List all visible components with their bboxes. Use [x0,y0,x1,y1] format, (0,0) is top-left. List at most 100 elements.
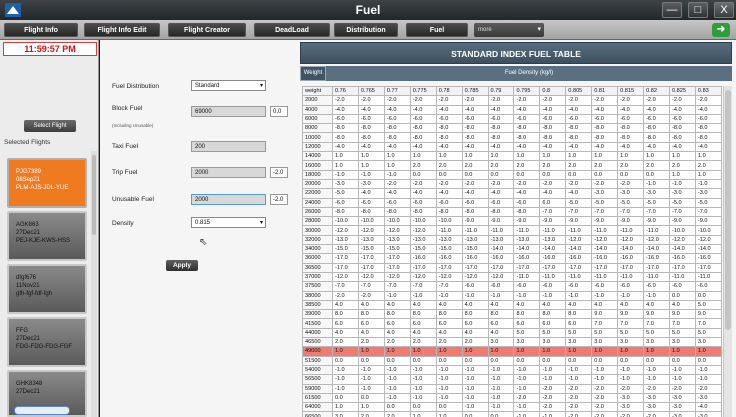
table-row[interactable]: 4000 -4.0 -4.0 -4.0 -4.0 -4.0 -4.0 -4.0 -4.0 -4.0… [302,104,722,115]
index-cell: -1.0 [332,383,359,394]
table-row[interactable]: 39000 8.0 8.0 8.0 8.0 8.0 8.0 8.0 8.0 8.0 8.0 9.0 9.… [302,309,722,320]
block-fuel-index-input[interactable]: 0.0 [270,106,288,117]
density-select[interactable]: 0.815 ▾ [191,217,266,228]
table-row[interactable]: 37000 -12.0 -12.0 -12.0 -12.0 -12.0 -12.0 -12.0… [302,271,722,283]
flight-list-horizontal-scrollbar[interactable] [14,406,70,415]
table-row[interactable]: 44000 4.0 4.0 4.0 4.0 4.0 4.0 4.0 5.0 5.0 5.0 5.0 5.… [302,327,722,339]
index-cell: -9.0 [487,216,515,227]
index-cell: -1.0 [435,383,463,394]
table-row[interactable]: 34000 -15.0 -15.0 -15.0 -15.0 -15.0 -15.0 -14.0… [302,244,722,255]
flight-date: 27Dec21 [16,336,41,342]
trip-fuel-input[interactable]: 2000 [191,167,266,178]
table-row[interactable]: 36000 -17.0 -17.0 -17.0 -16.0 -16.0 -16.0 -16.0… [302,253,722,264]
table-row[interactable]: 54000 -1.0 -1.0 -1.0 -1.0 -1.0 -1.0 -1.0 -1.0 -1.… [302,364,722,376]
table-row[interactable]: 18000 -1.0 -1.0 -1.0 0.0 0.0 0.0 0.0 0.0 0.0 0.0 0.… [302,169,722,180]
index-cell: 4.0 [383,327,411,339]
index-cell: 1.0 [513,151,541,162]
index-cell: -8.0 [435,132,463,143]
table-row[interactable]: 38500 4.0 4.0 4.0 4.0 4.0 4.0 4.0 4.0 4.0 4.0 4.0 4.… [302,299,722,311]
index-cell: -2.0 [539,392,567,404]
tab-flight-info-edit[interactable]: Flight Info Edit [84,23,160,37]
weight-cell: 54000 [302,364,333,376]
block-fuel-input[interactable]: 69000 [191,106,266,117]
index-cell: -4.0 [513,188,541,199]
table-row[interactable]: 16000 1.0 1.0 1.0 2.0 2.0 2.0 2.0 2.0 2.0 2.0 2.0 2.… [302,160,722,171]
flight-list-scrollbar[interactable] [91,151,97,417]
index-cell: -1.0 [513,374,541,385]
unusable-fuel-index-input[interactable]: -2.0 [270,194,288,205]
apply-button[interactable]: Apply [166,260,198,271]
index-cell: -4.0 [435,104,463,115]
index-cell: 1.0 [643,151,670,162]
table-row[interactable]: 51500 0.0 0.0 0.0 0.0 0.0 0.0 0.0 0.0 0.0 0.0 0.0 0.… [302,355,722,366]
flight-card[interactable]: PJG7389 08Sep21 PLM-AJS-JDL-YUE [7,158,87,208]
table-row[interactable]: 10000 -8.0 -8.0 -8.0 -8.0 -8.0 -8.0 -8.0 -8.0 -8.… [302,132,722,143]
chevron-down-icon: ▾ [259,83,263,89]
table-row[interactable]: 41500 6.0 6.0 6.0 6.0 6.0 6.0 6.0 6.0 6.0 6.0 7.0 7.… [302,318,722,329]
table-row[interactable]: 20000 -3.0 -3.0 -2.0 -2.0 -2.0 -2.0 -2.0 -2.0 -2.… [302,178,722,190]
table-row[interactable]: 12000 -4.0 -4.0 -4.0 -4.0 -4.0 -4.0 -4.0 -4.0 -4.… [302,141,722,153]
index-cell: 1.0 [357,402,385,413]
table-row[interactable]: 36500 -17.0 -17.0 -17.0 -17.0 -17.0 -17.0 -17.0… [302,262,722,273]
index-cell: -13.0 [383,234,411,246]
trip-fuel-index-input[interactable]: -2.0 [270,167,288,178]
close-button[interactable]: X [714,2,734,18]
select-flight-button[interactable]: Select Flight [24,120,76,132]
block-fuel-sublabel: (Including Unusable) [112,123,154,128]
index-cell: -11.0 [513,225,541,236]
index-cell: 6.0 [539,197,567,208]
table-row[interactable]: 28000 -10.0 -10.0 -10.0 -10.0 -10.0 -9.0 -9.0 -9… [302,216,722,227]
index-cell: -3.0 [668,392,696,404]
table-header-cell: 0.805 [565,86,593,97]
tab-flight-creator[interactable]: Flight Creator [168,23,246,37]
table-row[interactable]: 56500 -1.0 -1.0 -1.0 -1.0 -1.0 -1.0 -1.0 -1.0 -1.… [302,374,722,385]
table-row[interactable]: 26000 -8.0 -8.0 -8.0 -8.0 -8.0 -8.0 -8.0 -8.0 -7.… [302,206,722,218]
weight-tab[interactable]: Weight [300,66,326,81]
weight-cell: 10000 [302,132,333,143]
tab-flight-info[interactable]: Flight Info [4,23,78,37]
flight-card[interactable]: dfgf676 11Nov21 gfh-fgf-fdf-fgh [7,264,87,314]
table-row[interactable]: 61500 0.0 0.0 -1.0 -1.0 -1.0 -1.0 -1.0 -2.0 -2.0-… [302,392,722,404]
tab-distribution[interactable]: Distribution [334,23,398,37]
index-cell: 1.0 [617,151,645,162]
flight-card[interactable]: AGK863 27Dec21 PEJ-KJE-KWS-HSS [7,211,87,261]
index-cell: -2.0 [513,392,541,404]
exit-arrow-icon[interactable]: ➜ [712,23,730,37]
table-header-row: weight 0.76 0.765 0.77 0.775 0.78 0.785 0.79 0.7… [302,86,722,97]
table-row[interactable]: 22000 -5.0 -4.0 -4.0 -4.0 -4.0 -4.0 -4.0 -4.0 -4.… [302,188,722,199]
index-cell: 2.0 [357,411,385,417]
index-cell: -8.0 [461,132,489,143]
table-row[interactable]: 49000 1.0 1.0 1.0 1.0 1.0 1.0 1.0 1.0 1.0 1.0 1.0 1.… [302,346,722,357]
tab-fuel[interactable]: Fuel [406,23,468,37]
index-cell: -1.0 [668,374,696,385]
minimize-button[interactable]: — [662,2,682,18]
table-row[interactable]: 32000 -13.0 -13.0 -13.0 -13.0 -13.0 -13.0 -13.0… [302,234,722,246]
table-scrollbar[interactable] [723,86,732,417]
fuel-distribution-select[interactable]: Standard ▾ [191,80,266,91]
table-row[interactable]: 59000 -1.0 -1.0 -1.0 -1.0 -1.0 -1.0 -1.0 -1.0 -2.… [302,383,722,394]
table-row[interactable]: 30000 -12.0 -12.0 -12.0 -12.0 -11.0 -11.0 -11.0… [302,225,722,236]
table-row[interactable]: 64000 1.0 1.0 0.0 0.0 0.0 -1.0 -1.0 -1.0 -2.0 -2.0… [302,402,722,413]
table-row[interactable]: 37500 -7.0 -7.0 -7.0 -7.0 -7.0 -6.0 -6.0 -6.0 -6.… [302,281,722,292]
table-row[interactable]: 6000 -6.0 -6.0 -6.0 -6.0 -6.0 -6.0 -6.0 -6.0 -6.0… [302,113,722,125]
index-cell: -14.0 [565,244,593,255]
unusable-fuel-input[interactable]: 2000 [191,194,266,205]
table-header-cell: 0.775 [409,86,437,97]
tab-deadload[interactable]: DeadLoad [254,23,330,37]
restore-button[interactable]: □ [688,2,708,18]
more-dropdown[interactable]: more ▾ [474,23,544,37]
table-row[interactable]: 66500 3.0 2.0 2.0 1.0 1.0 0.0 0.0 -1.0 -1.0 -2.0 -2… [302,411,722,417]
index-cell: -1.0 [513,411,541,417]
table-row[interactable]: 38000 -2.0 -2.0 -1.0 -1.0 -1.0 -1.0 -1.0 -1.0 -1.… [302,290,722,301]
table-row[interactable]: 14000 1.0 1.0 1.0 1.0 1.0 1.0 1.0 1.0 1.0 1.0 1.0 1.… [302,151,722,162]
table-row[interactable]: 46500 2.0 2.0 2.0 2.0 2.0 2.0 3.0 3.0 3.0 3.0 3.0 3.… [302,336,722,348]
index-cell: -2.0 [591,383,619,394]
index-cell: -2.0 [409,178,437,190]
table-row[interactable]: 2000 -2.0 -2.0 -2.0 -2.0 -2.0 -2.0 -2.0 -2.0 -2.0… [302,95,722,106]
table-row[interactable]: 8000 -8.0 -8.0 -8.0 -8.0 -8.0 -8.0 -8.0 -8.0 -8.0… [302,123,722,134]
flight-card[interactable]: FFG 27Dec21 FDG-FDG-FDG-FGF [7,317,87,367]
index-cell: -1.0 [435,392,463,404]
index-cell: 4.0 [461,327,489,339]
table-row[interactable]: 24000 -6.0 -6.0 -6.0 -6.0 -6.0 -6.0 -6.0 -6.0 6.0… [302,197,722,208]
taxi-fuel-input[interactable]: 200 [191,141,266,152]
